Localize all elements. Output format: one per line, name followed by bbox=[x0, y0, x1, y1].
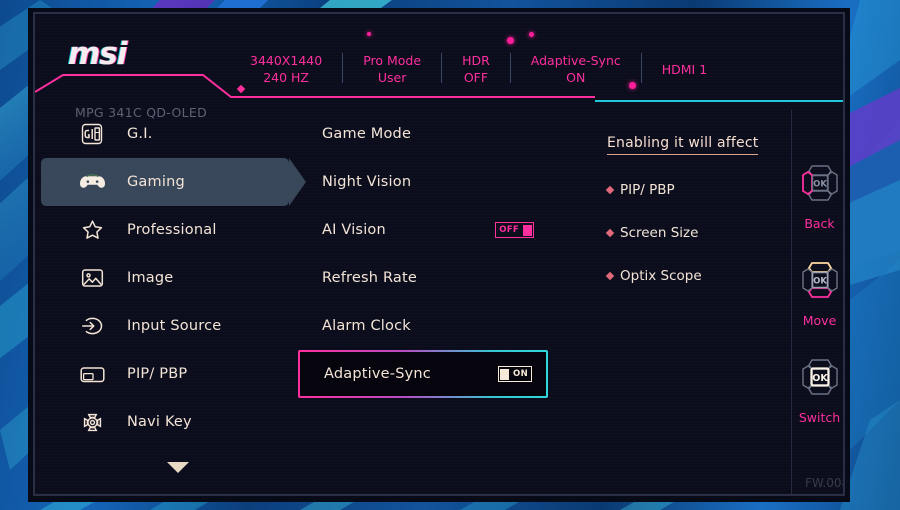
svg-text:OK: OK bbox=[813, 276, 827, 286]
ai-vision-toggle[interactable]: OFF bbox=[495, 222, 534, 238]
info-item-label: PIP/ PBP bbox=[620, 182, 675, 198]
sidebar-item-label: G.I. bbox=[127, 126, 153, 142]
option-refresh-rate[interactable]: Refresh Rate bbox=[298, 254, 548, 302]
monitor-osd-window: msi 3440X1440 240 HZ Pro Mode User HDR O… bbox=[33, 12, 845, 496]
status-hdr-line1: HDR bbox=[462, 53, 490, 68]
firmware-version: FW.008 bbox=[805, 476, 845, 490]
status-mode-line1: Pro Mode bbox=[363, 53, 422, 68]
nav-key-back[interactable]: OK Back bbox=[795, 158, 844, 231]
toggle-knob-icon bbox=[500, 368, 510, 380]
info-panel-item: Optix Scope bbox=[605, 268, 791, 284]
toggle-knob-icon bbox=[523, 224, 532, 236]
sidebar-item-label: Image bbox=[127, 270, 174, 286]
sidebar-item-gaming[interactable]: Gaming bbox=[41, 158, 306, 206]
deco-dot-icon bbox=[507, 37, 514, 44]
sidebar-item-label: Gaming bbox=[127, 174, 185, 190]
option-label: Adaptive-Sync bbox=[324, 366, 431, 382]
picture-icon bbox=[75, 263, 109, 293]
svg-text:OK: OK bbox=[812, 373, 828, 384]
sidebar-item-label: Input Source bbox=[127, 318, 222, 334]
deco-dot-icon bbox=[367, 32, 371, 36]
nav-key-hints: OK Back OK Move OK Switch bbox=[792, 110, 844, 494]
sidebar-item-image[interactable]: Image bbox=[41, 254, 289, 302]
gi-badge-icon bbox=[75, 119, 109, 149]
option-alarm-clock[interactable]: Alarm Clock bbox=[298, 302, 548, 350]
info-item-label: Optix Scope bbox=[620, 268, 702, 284]
joystick-updown-icon: OK bbox=[801, 262, 838, 298]
info-panel-item: PIP/ PBP bbox=[605, 182, 791, 198]
status-input-line1: HDMI 1 bbox=[661, 62, 708, 77]
chevron-down-icon[interactable] bbox=[167, 462, 189, 473]
option-label: Night Vision bbox=[322, 174, 412, 190]
joystick-center-icon: OK bbox=[801, 359, 838, 395]
osd-body: G.I. Gaming Professional Image Input Sou… bbox=[35, 110, 844, 494]
option-label: Refresh Rate bbox=[322, 270, 418, 286]
header-accent-line bbox=[35, 74, 595, 98]
option-adaptive-sync-highlight: Adaptive-Sync ON bbox=[298, 350, 548, 398]
input-arrow-icon bbox=[75, 311, 109, 341]
gamepad-icon bbox=[75, 167, 109, 197]
pip-pbp-icon bbox=[75, 359, 109, 389]
header-cyan-divider bbox=[595, 100, 843, 102]
option-ai-vision[interactable]: AI Vision OFF bbox=[298, 206, 548, 254]
osd-header: msi 3440X1440 240 HZ Pro Mode User HDR O… bbox=[35, 14, 843, 120]
joystick-left-icon: OK bbox=[801, 165, 838, 201]
info-panel-title: Enabling it will affect bbox=[607, 135, 759, 155]
diamond-bullet-icon bbox=[605, 185, 615, 195]
option-adaptive-sync[interactable]: Adaptive-Sync ON bbox=[300, 352, 546, 396]
option-label: Game Mode bbox=[322, 126, 412, 142]
option-label: AI Vision bbox=[322, 222, 386, 238]
option-game-mode[interactable]: Game Mode bbox=[298, 110, 548, 158]
info-item-label: Screen Size bbox=[620, 225, 699, 241]
info-panel-item: Screen Size bbox=[605, 225, 791, 241]
sidebar-item-label: PIP/ PBP bbox=[127, 366, 188, 382]
deco-dot-icon bbox=[529, 32, 534, 37]
status-adaptive-sync-line1: Adaptive-Sync bbox=[530, 53, 621, 68]
status-resolution-line1: 3440X1440 bbox=[250, 53, 323, 68]
svg-text:OK: OK bbox=[813, 179, 827, 189]
diamond-bullet-icon bbox=[605, 271, 615, 281]
sidebar-item-gi[interactable]: G.I. bbox=[41, 110, 289, 158]
toggle-state-label: OFF bbox=[499, 225, 519, 235]
sidebar-item-professional[interactable]: Professional bbox=[41, 206, 289, 254]
option-night-vision[interactable]: Night Vision bbox=[298, 158, 548, 206]
sidebar-item-input-source[interactable]: Input Source bbox=[41, 302, 289, 350]
diamond-bullet-icon bbox=[605, 228, 615, 238]
option-label: Alarm Clock bbox=[322, 318, 411, 334]
deco-dot-icon bbox=[629, 82, 636, 89]
nav-key-label: Move bbox=[802, 313, 837, 328]
msi-logo: msi bbox=[68, 36, 127, 72]
nav-key-move[interactable]: OK Move bbox=[795, 255, 844, 328]
star-icon bbox=[75, 215, 109, 245]
options-list: Game Mode Night Vision AI Vision OFF Ref… bbox=[297, 110, 549, 494]
osd-sidebar: G.I. Gaming Professional Image Input Sou… bbox=[35, 110, 306, 494]
toggle-state-label: ON bbox=[513, 369, 528, 379]
info-panel: Enabling it will affect PIP/ PBP Screen … bbox=[551, 110, 791, 494]
sidebar-item-label: Professional bbox=[127, 222, 217, 238]
nav-key-label: Switch bbox=[798, 410, 841, 425]
status-input: HDMI 1 bbox=[642, 52, 727, 78]
sidebar-item-navi-key[interactable]: Navi Key bbox=[41, 398, 289, 446]
nav-key-switch[interactable]: OK Switch bbox=[795, 352, 844, 425]
adaptive-sync-toggle[interactable]: ON bbox=[498, 366, 532, 382]
navi-key-icon bbox=[75, 407, 109, 437]
sidebar-item-pip-pbp[interactable]: PIP/ PBP bbox=[41, 350, 289, 398]
nav-key-label: Back bbox=[804, 216, 835, 231]
sidebar-item-label: Navi Key bbox=[127, 414, 192, 430]
